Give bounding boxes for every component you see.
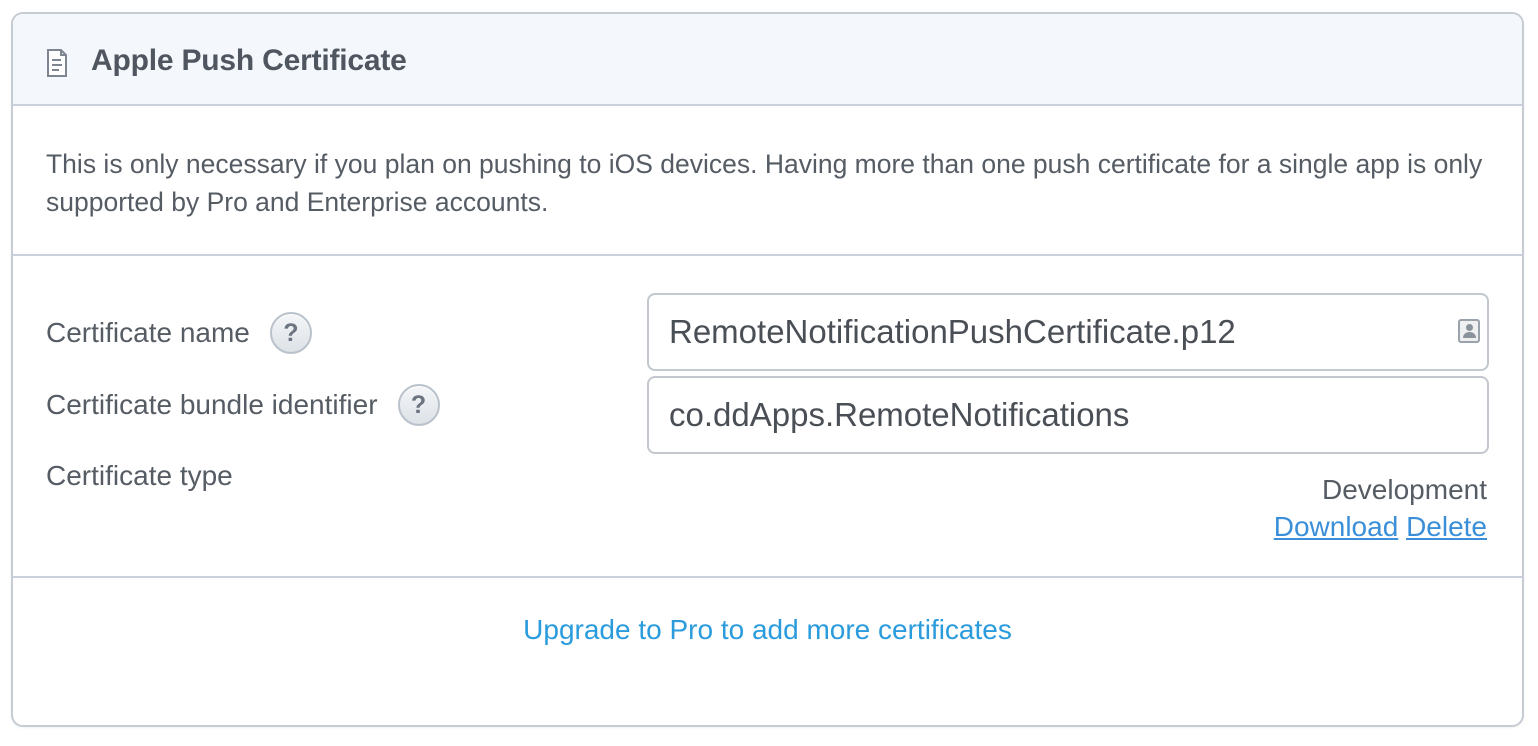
- apple-push-certificate-panel: Apple Push Certificate This is only nece…: [11, 12, 1524, 727]
- certificate-bundle-identifier-label-text: Certificate bundle identifier: [46, 389, 378, 420]
- contact-card-icon[interactable]: [1458, 319, 1480, 343]
- description-text: This is only necessary if you plan on pu…: [46, 149, 1483, 217]
- certificate-name-input[interactable]: [647, 293, 1489, 371]
- certificate-name-label-text: Certificate name: [46, 317, 250, 348]
- certificate-bundle-identifier-input[interactable]: [647, 376, 1489, 454]
- panel-title: Apple Push Certificate: [91, 44, 407, 77]
- certificate-bundle-identifier-help-button[interactable]: ?: [397, 384, 440, 426]
- document-icon: [47, 49, 67, 77]
- certificate-bundle-identifier-label: Certificate bundle identifier ?: [46, 384, 440, 426]
- certificate-type-label: Certificate type: [46, 460, 233, 492]
- upgrade-to-pro-link[interactable]: Upgrade to Pro to add more certificates: [13, 614, 1522, 646]
- certificate-type-value: Development: [1322, 474, 1487, 505]
- panel-header: Apple Push Certificate: [13, 14, 1522, 106]
- certificate-actions: Download Delete: [1274, 511, 1487, 543]
- certificate-type-label-text: Certificate type: [46, 460, 233, 491]
- certificate-name-help-button[interactable]: ?: [269, 312, 312, 354]
- certificate-name-label: Certificate name ?: [46, 312, 312, 354]
- download-link[interactable]: Download: [1274, 511, 1399, 542]
- delete-link[interactable]: Delete: [1406, 511, 1487, 542]
- description-section: This is only necessary if you plan on pu…: [13, 106, 1522, 256]
